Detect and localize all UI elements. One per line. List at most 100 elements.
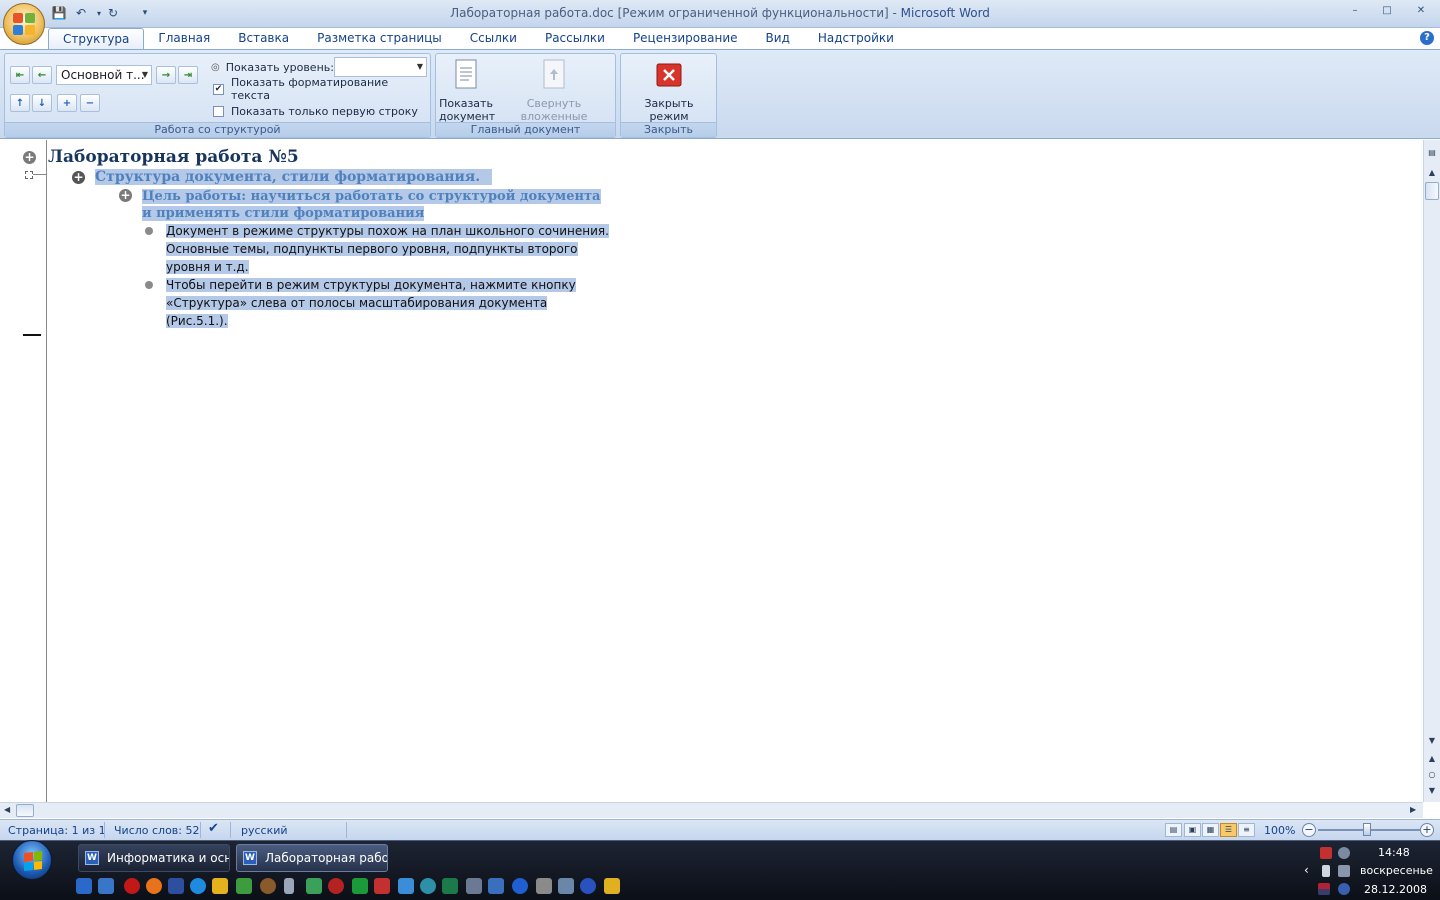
tray-language-flag-icon[interactable] — [1318, 883, 1330, 895]
move-up-button[interactable]: ↑ — [10, 94, 30, 112]
app-icon-3[interactable] — [236, 878, 252, 894]
app-icon-5[interactable] — [284, 878, 294, 894]
plus-icon[interactable]: + — [23, 151, 36, 164]
clock-time[interactable]: 14:48 — [1378, 846, 1410, 859]
plus-icon[interactable]: + — [72, 171, 85, 184]
app-icon-9[interactable] — [374, 878, 390, 894]
tab-references[interactable]: Ссылки — [456, 28, 531, 50]
app-icon-17[interactable] — [558, 878, 574, 894]
tab-review[interactable]: Рецензирование — [619, 28, 752, 50]
collapse-button[interactable]: − — [80, 94, 100, 112]
help-icon[interactable]: ? — [1420, 31, 1434, 45]
outline-view-icon[interactable]: ☰ — [1220, 823, 1237, 837]
app-icon-19[interactable] — [604, 878, 620, 894]
tray-network-icon[interactable] — [1320, 847, 1332, 859]
close-window-button[interactable]: ✕ — [1408, 2, 1434, 18]
show-level-combo[interactable]: ▼ — [334, 57, 427, 77]
app-icon-12[interactable] — [442, 878, 458, 894]
tab-addins[interactable]: Надстройки — [804, 28, 908, 50]
heading3[interactable]: Цель работы: научиться работать со струк… — [142, 188, 612, 222]
app-icon-6[interactable] — [306, 878, 322, 894]
tab-outline[interactable]: Структура — [48, 28, 145, 50]
heading2[interactable]: Структура документа, стили форматировани… — [95, 169, 493, 185]
minimize-button[interactable]: – — [1342, 2, 1368, 18]
app-icon-4[interactable] — [260, 878, 276, 894]
vertical-scroll-thumb[interactable] — [1425, 182, 1439, 200]
demote-button[interactable]: → — [156, 66, 176, 84]
promote-to-heading1-button[interactable]: ⇤ — [10, 66, 30, 84]
page-count[interactable]: Страница: 1 из 1 — [8, 824, 106, 837]
taskbar-button-lab-work[interactable]: W Лабораторная рабо... — [236, 844, 388, 872]
horizontal-scrollbar[interactable]: ◀ ▶ — [0, 802, 1423, 818]
tray-battery-icon[interactable] — [1322, 865, 1330, 877]
tab-view[interactable]: Вид — [752, 28, 804, 50]
tray-monitor-icon[interactable] — [1338, 865, 1350, 877]
language-indicator[interactable]: русский — [241, 824, 288, 837]
zoom-in-icon[interactable]: + — [1420, 823, 1434, 837]
word-count[interactable]: Число слов: 52 — [114, 824, 200, 837]
show-formatting-row[interactable]: ✔ Показать форматирование текста — [213, 76, 430, 102]
tray-clock-icon[interactable] — [1338, 847, 1350, 859]
scroll-right-icon[interactable]: ▶ — [1410, 805, 1416, 814]
tab-home[interactable]: Главная — [144, 28, 224, 50]
tray-app-icon[interactable] — [1338, 883, 1350, 895]
horizontal-scroll-thumb[interactable] — [16, 804, 34, 817]
app-icon-18[interactable] — [580, 878, 596, 894]
show-first-line-row[interactable]: Показать только первую строку — [213, 103, 418, 119]
scroll-up-icon[interactable]: ▲ — [1427, 168, 1437, 178]
scroll-left-icon[interactable]: ◀ — [4, 805, 10, 814]
app-icon-15[interactable] — [512, 878, 528, 894]
switch-windows-icon[interactable] — [98, 878, 114, 894]
app-icon-14[interactable] — [488, 878, 504, 894]
demote-to-body-button[interactable]: ⇥ — [178, 66, 198, 84]
list-item[interactable]: Документ в режиме структуры похож на пла… — [166, 222, 616, 276]
previous-page-icon[interactable]: ▲ — [1427, 754, 1437, 764]
zoom-slider-thumb[interactable] — [1363, 823, 1371, 836]
show-desktop-icon[interactable] — [76, 878, 92, 894]
heading1[interactable]: Лабораторная работа №5 — [48, 147, 299, 167]
tab-page-layout[interactable]: Разметка страницы — [303, 28, 456, 50]
clock-date[interactable]: 28.12.2008 — [1364, 883, 1427, 896]
app-icon-7[interactable] — [328, 878, 344, 894]
full-screen-reading-view-icon[interactable]: ▣ — [1184, 823, 1201, 837]
next-page-icon[interactable]: ▼ — [1427, 786, 1437, 796]
internet-explorer-icon[interactable] — [190, 878, 206, 894]
start-button[interactable] — [12, 840, 52, 880]
zoom-level[interactable]: 100% — [1264, 824, 1295, 837]
firefox-icon[interactable] — [146, 878, 162, 894]
app-icon-13[interactable] — [466, 878, 482, 894]
clock-day[interactable]: воскресенье — [1360, 864, 1433, 877]
document-area[interactable]: Лабораторная работа №5 + Структура докум… — [48, 140, 1423, 802]
scroll-down-icon[interactable]: ▼ — [1427, 736, 1437, 746]
show-formatting-checkbox[interactable]: ✔ — [213, 83, 224, 95]
tab-mailings[interactable]: Рассылки — [531, 28, 619, 50]
app-icon-10[interactable] — [398, 878, 414, 894]
office-button[interactable] — [3, 3, 45, 45]
outline-level-combo[interactable]: Основной т... ▼ — [56, 65, 152, 85]
taskbar-button-informatics[interactable]: WИнформатика и осно... — [78, 844, 230, 872]
move-down-button[interactable]: ↓ — [32, 94, 52, 112]
app-icon-2[interactable] — [212, 878, 228, 894]
tray-expand-icon[interactable]: ‹ — [1304, 863, 1309, 877]
app-icon-8[interactable] — [352, 878, 368, 894]
web-layout-view-icon[interactable]: ▦ — [1202, 823, 1219, 837]
zoom-out-icon[interactable]: − — [1302, 823, 1316, 837]
app-icon-1[interactable] — [168, 878, 184, 894]
list-item[interactable]: Чтобы перейти в режим структуры документ… — [166, 276, 586, 330]
expand-button[interactable]: + — [57, 94, 77, 112]
tab-insert[interactable]: Вставка — [224, 28, 303, 50]
vertical-scrollbar[interactable]: ▤ ▲ ▼ ▲ ○ ▼ — [1423, 140, 1440, 802]
plus-icon[interactable]: + — [119, 189, 132, 202]
app-icon-16[interactable] — [536, 878, 552, 894]
promote-button[interactable]: ← — [32, 66, 52, 84]
opera-icon[interactable] — [124, 878, 140, 894]
ruler-toggle-icon[interactable]: ▤ — [1427, 148, 1437, 158]
maximize-button[interactable]: □ — [1374, 2, 1400, 18]
app-icon-11[interactable] — [420, 878, 436, 894]
select-browse-object-icon[interactable]: ○ — [1427, 770, 1437, 780]
draft-view-icon[interactable]: ≡ — [1238, 823, 1255, 837]
proofing-icon[interactable]: ✔ — [208, 821, 219, 836]
print-layout-view-icon[interactable]: ▤ — [1165, 823, 1182, 837]
show-first-line-checkbox[interactable] — [213, 105, 224, 117]
show-document-button[interactable]: Показать документ — [439, 58, 495, 123]
